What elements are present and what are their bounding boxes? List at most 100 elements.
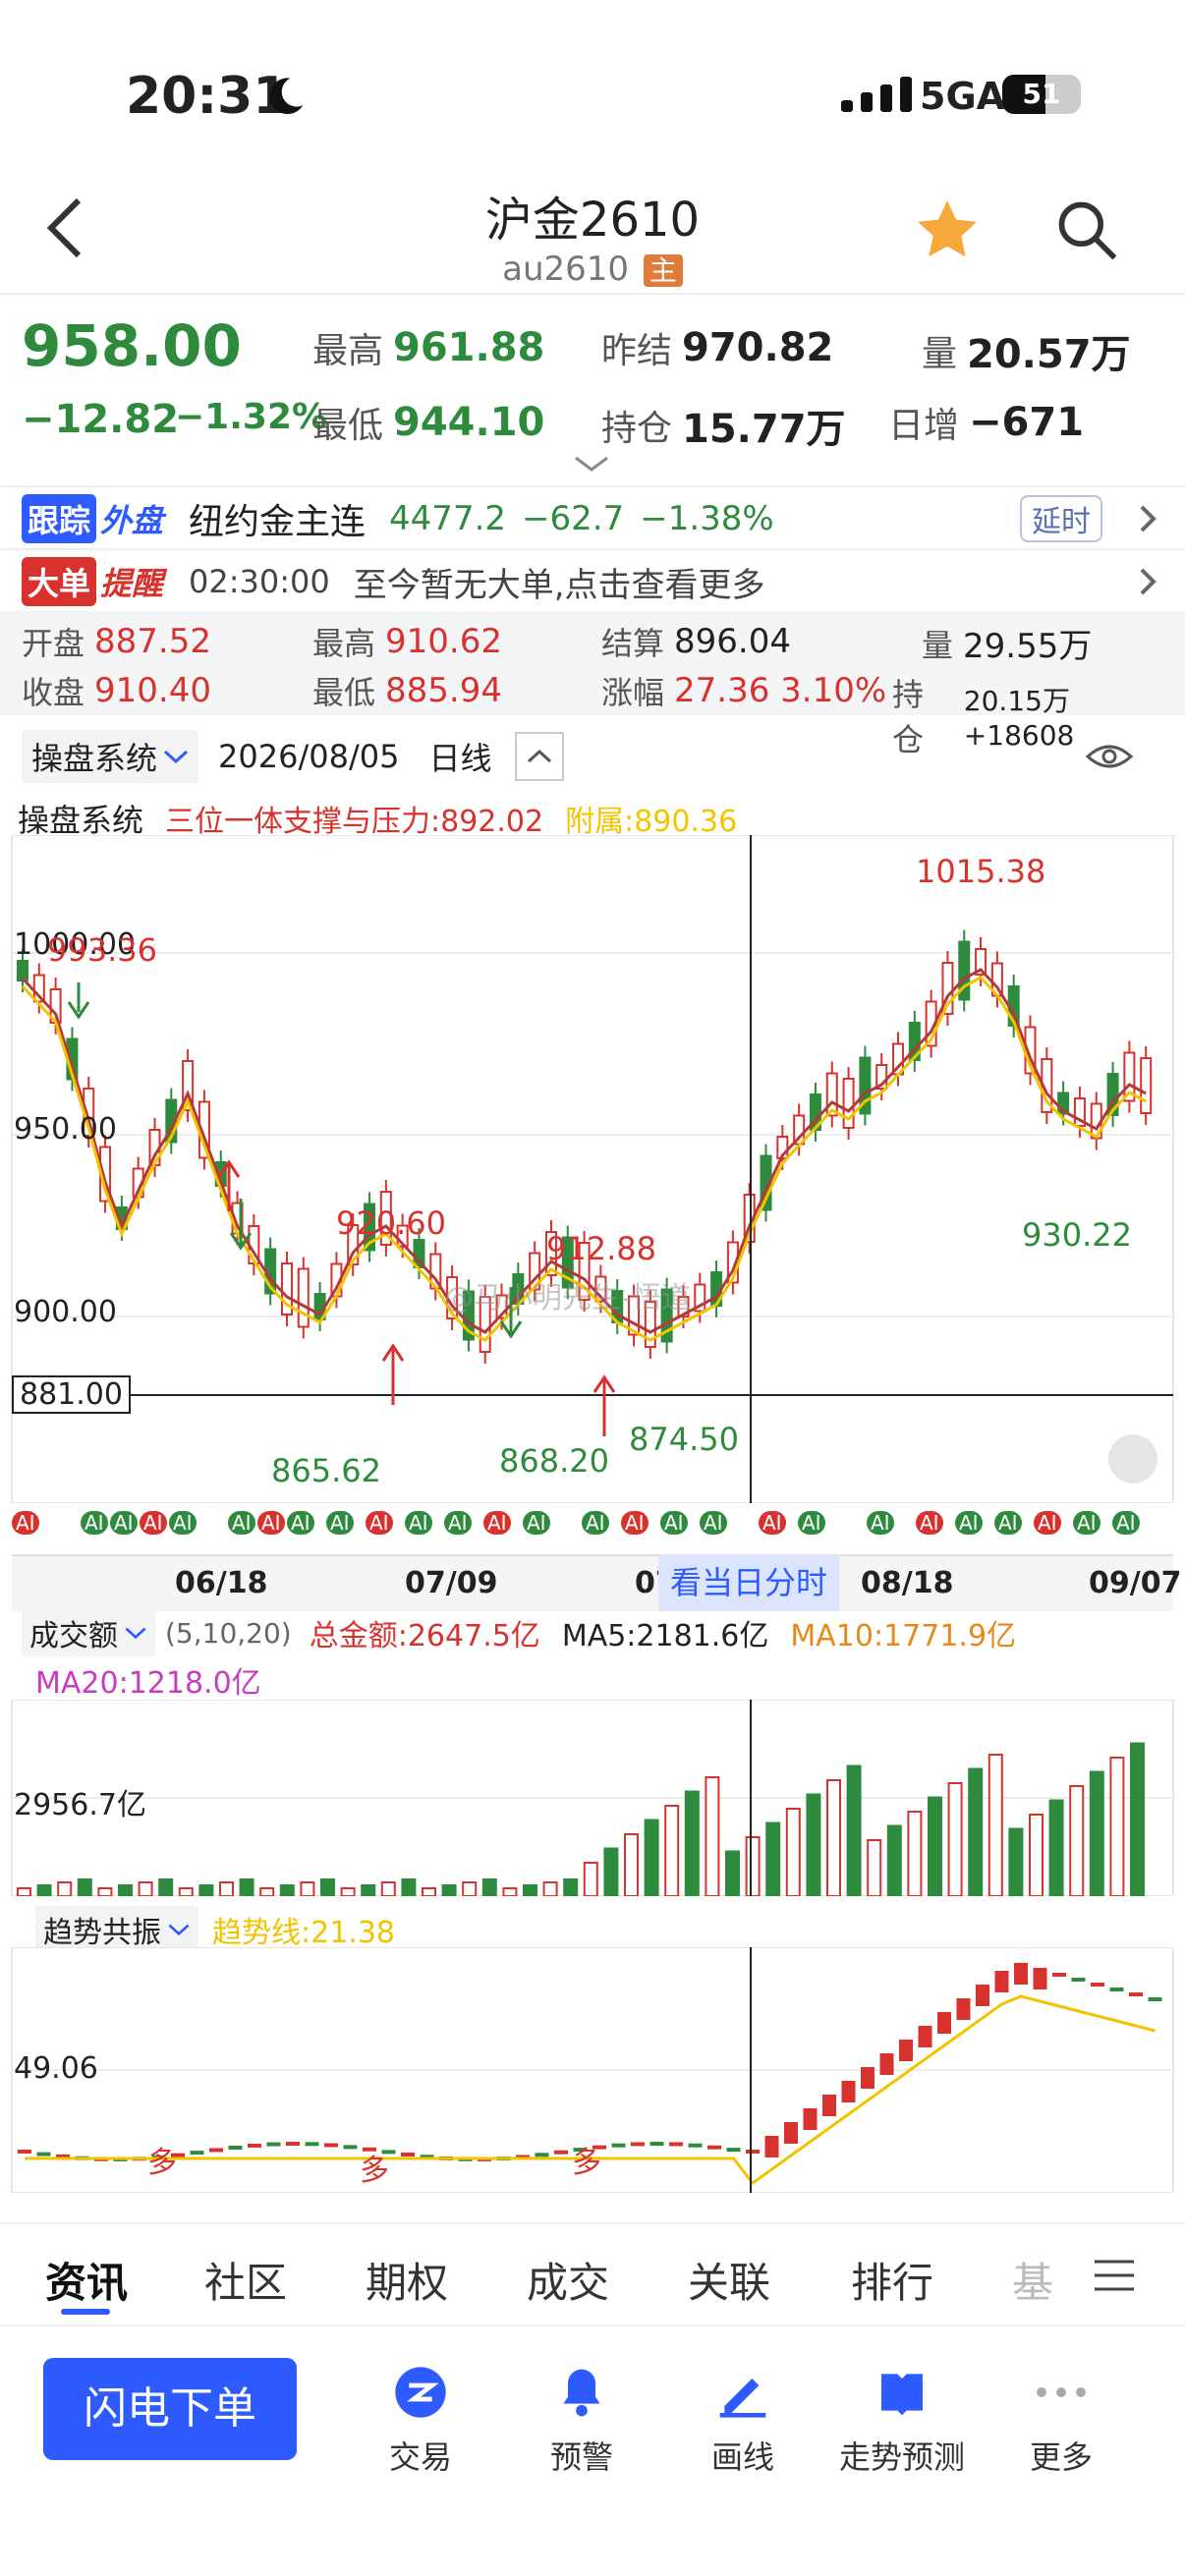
annotation-low-4: 930.22 bbox=[1022, 1216, 1132, 1254]
chevron-up-icon bbox=[528, 749, 552, 763]
volume-chart[interactable] bbox=[0, 1700, 1185, 1896]
chart-period[interactable]: 日线 bbox=[428, 734, 491, 779]
search-icon[interactable] bbox=[1053, 196, 1120, 263]
ai-signal-tag: AI bbox=[287, 1511, 314, 1535]
system-selector[interactable]: 操盘系统 bbox=[22, 730, 199, 783]
tab-community[interactable]: 社区 bbox=[204, 2250, 287, 2310]
tab-ranking[interactable]: 排行 bbox=[851, 2250, 933, 2310]
day-low-value: 885.94 bbox=[385, 671, 502, 710]
chart-date[interactable]: 2026/08/05 bbox=[218, 738, 399, 775]
volume-bar bbox=[745, 1836, 761, 1896]
battery-icon: 51 bbox=[1002, 75, 1081, 114]
intraday-button[interactable]: 看当日分时 bbox=[658, 1554, 840, 1611]
expand-chevron-icon[interactable] bbox=[574, 454, 609, 474]
trend-selector[interactable]: 趋势共振 bbox=[35, 1906, 198, 1953]
volume-selector[interactable]: 成交额 bbox=[22, 1609, 155, 1656]
volume-bar bbox=[401, 1878, 417, 1896]
moon-icon bbox=[269, 78, 304, 115]
close-label: 收盘 bbox=[22, 674, 85, 711]
tab-fundamental[interactable]: 基 bbox=[1012, 2250, 1053, 2310]
trend-step bbox=[669, 2142, 683, 2147]
chevron-down-icon bbox=[164, 750, 189, 764]
trend-step bbox=[248, 2143, 261, 2148]
volume-bar bbox=[340, 1887, 356, 1896]
volume-bar bbox=[441, 1884, 457, 1896]
range-value: 27.36 3.10% bbox=[674, 671, 887, 710]
eye-icon[interactable] bbox=[1085, 737, 1134, 776]
remind-tag: 提醒 bbox=[100, 565, 164, 602]
volume-selector-label: 成交额 bbox=[29, 1619, 118, 1653]
day-oi-label: 持仓 bbox=[892, 676, 925, 758]
tab-trades[interactable]: 成交 bbox=[527, 2250, 609, 2310]
volume-bar bbox=[684, 1790, 700, 1896]
volume-total: 总金额:2647.5亿 bbox=[309, 1619, 540, 1653]
trend-step bbox=[861, 2067, 875, 2089]
ai-signal-tag: AI bbox=[700, 1511, 727, 1535]
ai-signal-tag: AI bbox=[228, 1511, 255, 1535]
volume-bar bbox=[320, 1878, 335, 1896]
menu-icon[interactable] bbox=[1093, 2258, 1136, 2293]
foreign-tag: 外盘 bbox=[100, 502, 164, 539]
trend-step bbox=[707, 2145, 721, 2150]
trend-step bbox=[746, 2150, 760, 2154]
big-order-row[interactable]: 大单 提醒 02:30:00 至今暂无大单,点击查看更多 bbox=[22, 554, 1171, 609]
chevron-down-icon bbox=[168, 1924, 190, 1936]
trend-step bbox=[841, 2081, 856, 2102]
volume-bar bbox=[603, 1847, 619, 1896]
alert-tool[interactable]: 预警 bbox=[513, 2358, 650, 2478]
system-selector-label: 操盘系统 bbox=[31, 740, 158, 777]
trend-step bbox=[688, 2143, 703, 2148]
tab-options[interactable]: 期权 bbox=[366, 2250, 448, 2310]
foreign-market-row[interactable]: 跟踪 外盘 纽约金主连 4477.2 −62.7 −1.38% 延时 bbox=[22, 491, 1171, 546]
volume-bar bbox=[380, 1881, 396, 1896]
ai-signal-tag: AI bbox=[140, 1511, 167, 1535]
legend-support: 三位一体支撑与压力:892.02 bbox=[165, 805, 544, 839]
draw-tool[interactable]: 画线 bbox=[674, 2358, 812, 2478]
volume-bar bbox=[1048, 1799, 1064, 1896]
tab-related[interactable]: 关联 bbox=[688, 2250, 770, 2310]
collapse-button[interactable] bbox=[515, 732, 565, 781]
favorite-star-icon[interactable] bbox=[912, 195, 983, 265]
volume-bar bbox=[907, 1811, 923, 1896]
volume-bar bbox=[806, 1793, 821, 1896]
trend-selector-label: 趋势共振 bbox=[43, 1916, 161, 1950]
annotation-high-4: 1015.38 bbox=[916, 853, 1046, 890]
watermark: @马小明先生-悟道 bbox=[444, 1281, 691, 1316]
day-oi-value: 20.15万 +18608 bbox=[963, 684, 1075, 752]
ai-signal-tag: AI bbox=[1073, 1511, 1100, 1535]
range-stat: 涨幅 27.36 3.10% bbox=[601, 668, 886, 713]
volume-bar bbox=[178, 1887, 194, 1896]
main-contract-badge: 主 bbox=[643, 254, 683, 287]
candlestick-chart[interactable] bbox=[0, 835, 1185, 1503]
volume-bar bbox=[705, 1776, 720, 1896]
trend-step bbox=[209, 2148, 223, 2153]
ai-signal-tag: AI bbox=[798, 1511, 825, 1535]
trend-step bbox=[726, 2148, 741, 2153]
volume-ma5: MA5:2181.6亿 bbox=[561, 1619, 769, 1653]
volume-bar bbox=[118, 1884, 133, 1896]
ai-signal-tag: AI bbox=[621, 1511, 649, 1535]
volume-bar bbox=[300, 1881, 315, 1896]
trend-step bbox=[822, 2095, 836, 2116]
ai-signal-tag: AI bbox=[169, 1511, 197, 1535]
candle bbox=[297, 1267, 310, 1328]
ai-signal-tag: AI bbox=[257, 1511, 285, 1535]
more-tool[interactable]: 更多 bbox=[992, 2358, 1130, 2478]
bell-icon bbox=[563, 2369, 600, 2417]
tab-news[interactable]: 资讯 bbox=[45, 2250, 128, 2310]
annotation-low-3: 874.50 bbox=[629, 1421, 739, 1458]
lightning-order-button[interactable]: 闪电下单 bbox=[43, 2358, 297, 2460]
alert-label: 预警 bbox=[549, 2438, 613, 2476]
trend-step bbox=[631, 2142, 645, 2147]
trade-tool[interactable]: 交易 bbox=[352, 2358, 489, 2478]
fullscreen-button[interactable] bbox=[1108, 1434, 1157, 1484]
volume-bar bbox=[725, 1850, 740, 1896]
close-value: 910.40 bbox=[94, 671, 211, 710]
volume-bar bbox=[198, 1884, 214, 1896]
signal-icon bbox=[841, 77, 912, 112]
foreign-name: 纽约金主连 bbox=[189, 502, 367, 542]
duo-mark-2: 多 bbox=[360, 2154, 389, 2188]
more-label: 更多 bbox=[1029, 2438, 1093, 2476]
forecast-tool[interactable]: 走势预测 bbox=[833, 2358, 971, 2478]
network-label: 5GA bbox=[920, 75, 1006, 118]
